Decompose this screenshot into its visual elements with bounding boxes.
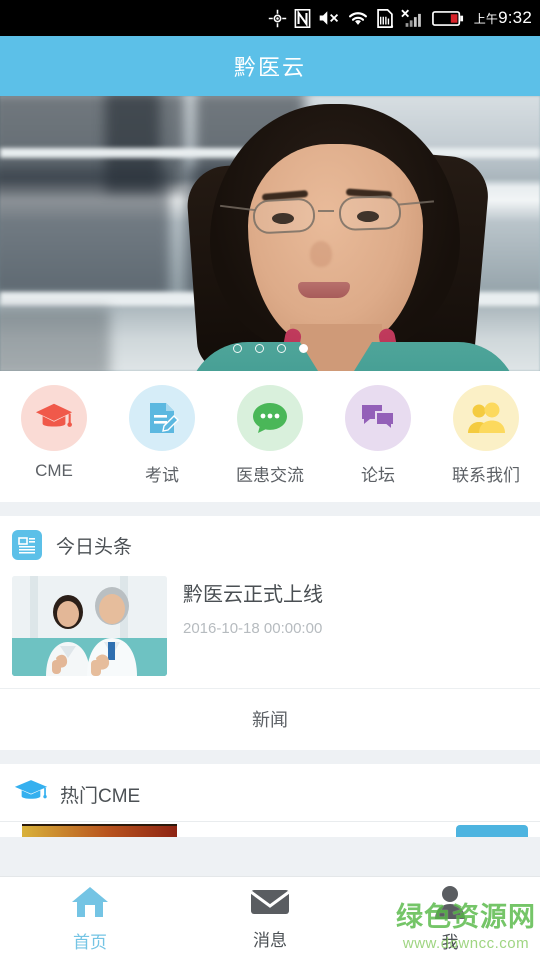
tab-profile-label: 我 (441, 932, 459, 952)
person-icon (433, 885, 467, 924)
hot-cme-item-partial[interactable] (0, 821, 540, 837)
sdcard-alert-icon (376, 8, 394, 28)
carousel-dot-4[interactable] (298, 344, 308, 353)
contacts-people-icon (453, 385, 519, 451)
status-bar: 上午9:32 (0, 0, 540, 36)
clock-time: 9:32 (498, 8, 532, 27)
quick-nav-contact-us[interactable]: 联系我们 (432, 385, 540, 486)
clock-ampm: 上午 (473, 12, 499, 26)
section-divider-2 (0, 750, 540, 764)
chat-bubble-dots-icon (237, 385, 303, 451)
mute-icon (318, 9, 340, 27)
graduation-cap-icon (14, 778, 48, 811)
quick-nav-cme[interactable]: CME (0, 385, 108, 486)
headlines-header: 今日头条 (0, 516, 540, 572)
carousel-dot-3[interactable] (276, 344, 286, 353)
carousel-indicator[interactable] (0, 344, 540, 353)
headline-item[interactable]: 黔医云正式上线 2016-10-18 00:00:00 (0, 572, 540, 688)
envelope-icon (250, 887, 290, 922)
headline-date: 2016-10-18 00:00:00 (183, 620, 323, 637)
gps-icon (268, 9, 287, 28)
exam-paper-pen-icon (129, 385, 195, 451)
cme-thumbnail[interactable] (22, 824, 177, 837)
tab-messages[interactable]: 消息 (180, 877, 360, 960)
cme-action-button[interactable] (456, 825, 528, 837)
hot-cme-header: 热门CME (0, 764, 540, 821)
home-icon (71, 885, 109, 924)
headline-title: 黔医云正式上线 (183, 584, 323, 606)
forum-bubbles-icon (345, 385, 411, 451)
quick-nav-label: 医患交流 (236, 466, 304, 485)
carousel-dot-1[interactable] (232, 344, 242, 353)
tab-home-label: 首页 (73, 932, 107, 952)
tab-profile[interactable]: 我 (360, 877, 540, 960)
quick-nav-exam[interactable]: 考试 (108, 385, 216, 486)
app-screen: 上午9:32 黔医云 CME 考试 医患交流 论坛 联系我们 今日头条 黔医云正… (0, 0, 540, 960)
quick-nav-doctor-patient[interactable]: 医患交流 (216, 385, 324, 486)
newspaper-icon (12, 530, 42, 560)
doctor-figure (150, 96, 540, 371)
nfc-icon (294, 8, 311, 28)
app-bar: 黔医云 (0, 36, 540, 96)
status-clock: 上午9:32 (474, 8, 532, 28)
battery-icon (431, 10, 464, 27)
section-divider (0, 502, 540, 516)
signal-no-service-icon (400, 9, 425, 28)
banner-image[interactable] (0, 96, 540, 371)
quick-nav-grid: CME 考试 医患交流 论坛 联系我们 (0, 371, 540, 502)
page-title: 黔医云 (233, 55, 306, 80)
tab-home[interactable]: 首页 (0, 877, 180, 960)
quick-nav-label: 联系我们 (452, 466, 520, 485)
quick-nav-label: 考试 (145, 466, 179, 485)
bottom-tab-bar: 首页 消息 我 (0, 876, 540, 960)
headline-text: 黔医云正式上线 2016-10-18 00:00:00 (183, 576, 323, 637)
headline-thumbnail[interactable] (12, 576, 167, 676)
graduation-cap-icon (21, 385, 87, 451)
two-doctors-image (12, 576, 167, 676)
carousel-dot-2[interactable] (254, 344, 264, 353)
tab-messages-label: 消息 (253, 930, 287, 950)
quick-nav-label: 论坛 (361, 466, 395, 485)
banner-carousel[interactable] (0, 96, 540, 371)
quick-nav-label: CME (35, 461, 73, 480)
wifi-icon (347, 9, 369, 27)
headlines-section: 今日头条 黔医云正式上线 2016-10-18 00:00:00 新闻 (0, 516, 540, 750)
headlines-title: 今日头条 (56, 536, 133, 558)
quick-nav-forum[interactable]: 论坛 (324, 385, 432, 486)
headlines-more-link[interactable]: 新闻 (0, 688, 540, 750)
hot-cme-section: 热门CME (0, 764, 540, 837)
hot-cme-title: 热门CME (60, 786, 141, 807)
